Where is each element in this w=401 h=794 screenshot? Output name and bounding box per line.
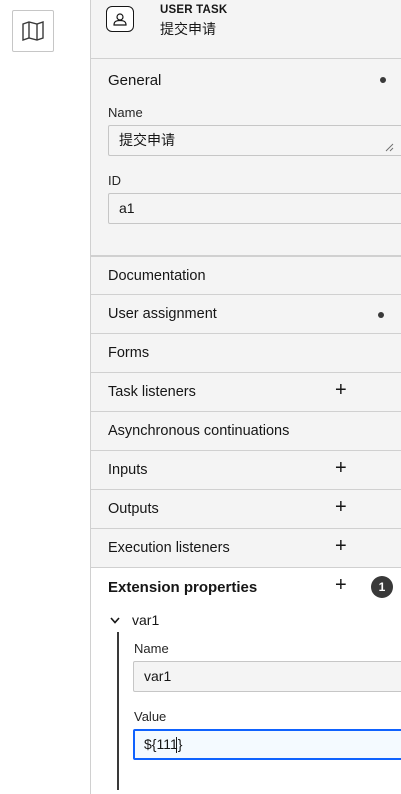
group-extension-properties: Extension properties + 1 var1 Name var1 … [91, 568, 401, 790]
group-general: General Name 提交申请 ID a1 [91, 59, 401, 256]
group-title-async: Asynchronous continuations [108, 423, 290, 439]
property-name-value: var1 [144, 668, 172, 684]
data-marker-dot [380, 77, 386, 83]
resize-handle-icon[interactable] [385, 143, 394, 152]
toggle-map-button[interactable] [12, 10, 54, 52]
group-title-extension-properties[interactable]: Extension properties [108, 579, 257, 596]
property-value-label: Value [134, 709, 167, 724]
chevron-down-icon[interactable] [110, 617, 120, 624]
group-user-assignment[interactable]: User assignment [91, 295, 401, 334]
add-input-button[interactable]: + [335, 458, 347, 478]
property-value-field[interactable]: ${111} [133, 729, 401, 760]
group-title-forms: Forms [108, 345, 150, 361]
group-title-general[interactable]: General [108, 72, 161, 89]
group-execution-listeners[interactable]: Execution listeners + [91, 529, 401, 568]
id-value: a1 [119, 200, 135, 216]
group-title-outputs: Outputs [108, 501, 159, 517]
group-inputs[interactable]: Inputs + [91, 451, 401, 490]
map-icon [22, 21, 44, 41]
list-item-indent-line [117, 632, 119, 790]
group-forms[interactable]: Forms [91, 334, 401, 373]
list-item-title[interactable]: var1 [132, 612, 159, 628]
group-documentation[interactable]: Documentation [91, 256, 401, 295]
properties-panel: USER TASK 提交申请 General Name 提交申请 ID a1 D… [90, 0, 401, 794]
name-label: Name [108, 105, 143, 120]
property-name-field[interactable]: var1 [133, 661, 401, 692]
group-title-task-listeners: Task listeners [108, 384, 196, 400]
id-field[interactable]: a1 [108, 193, 401, 224]
property-name-label: Name [134, 641, 169, 656]
group-title-execution-listeners: Execution listeners [108, 540, 230, 556]
add-output-button[interactable]: + [335, 497, 347, 517]
group-title-documentation: Documentation [108, 268, 206, 284]
group-asynchronous-continuations[interactable]: Asynchronous continuations [91, 412, 401, 451]
element-name: 提交申请 [160, 21, 216, 37]
name-field[interactable]: 提交申请 [108, 125, 401, 156]
element-type: USER TASK [160, 4, 228, 16]
group-task-listeners[interactable]: Task listeners + [91, 373, 401, 412]
panel-header: USER TASK 提交申请 [91, 0, 401, 59]
user-task-icon [106, 6, 134, 32]
group-outputs[interactable]: Outputs + [91, 490, 401, 529]
group-title-inputs: Inputs [108, 462, 148, 478]
data-marker-dot [378, 312, 384, 318]
count-badge: 1 [371, 576, 393, 598]
group-title-user-assignment: User assignment [108, 306, 217, 322]
text-caret [176, 737, 178, 754]
add-task-listener-button[interactable]: + [335, 380, 347, 400]
id-label: ID [108, 173, 121, 188]
add-extension-property-button[interactable]: + [335, 575, 347, 595]
add-execution-listener-button[interactable]: + [335, 536, 347, 556]
name-value: 提交申请 [119, 132, 175, 148]
